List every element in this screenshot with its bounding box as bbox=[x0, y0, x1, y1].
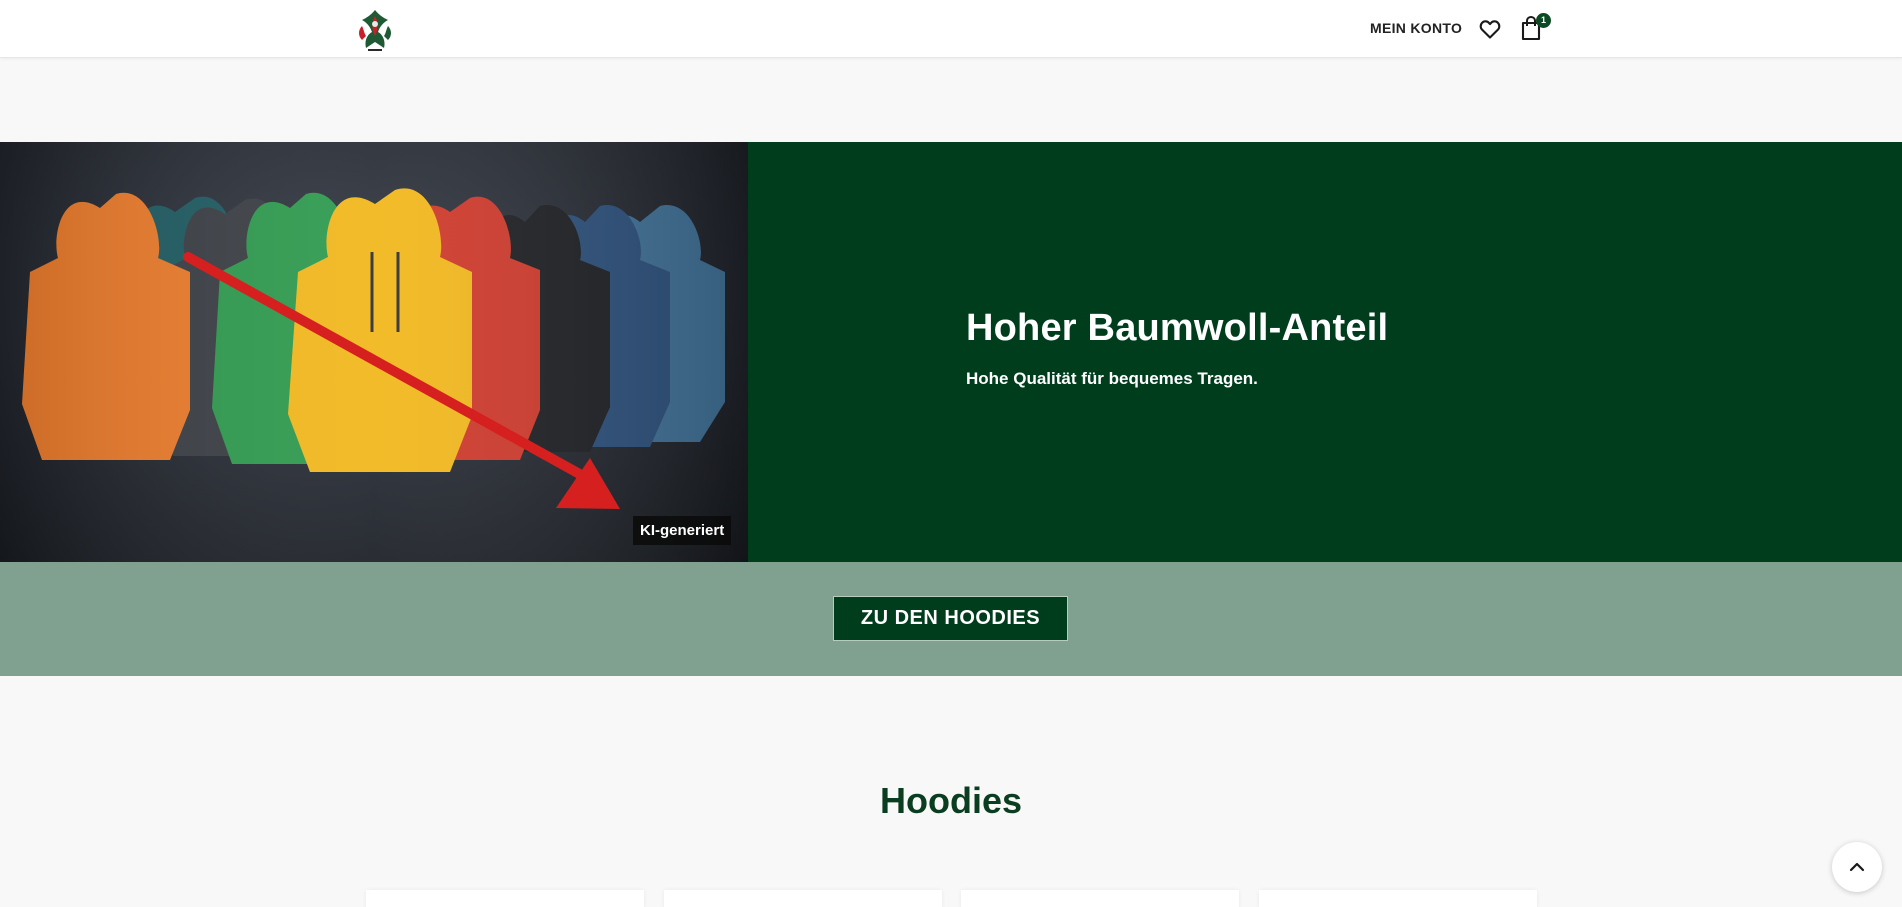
heart-icon[interactable] bbox=[1478, 17, 1502, 41]
hoodies-illustration bbox=[0, 142, 748, 562]
hero-title: Hoher Baumwoll-Anteil bbox=[966, 307, 1389, 349]
to-hoodies-button[interactable]: ZU DEN HOODIES bbox=[833, 596, 1068, 641]
scroll-to-top-button[interactable] bbox=[1832, 842, 1882, 892]
my-account-link[interactable]: MEIN KONTO bbox=[1370, 20, 1462, 36]
chevron-up-icon bbox=[1849, 862, 1865, 872]
hero-subtitle: Hohe Qualität für bequemes Tragen. bbox=[966, 369, 1258, 388]
cta-band: ZU DEN HOODIES bbox=[0, 562, 1902, 676]
hero-hoodies-image: KI-generiert bbox=[0, 142, 748, 562]
ai-generated-badge: KI-generiert bbox=[633, 516, 732, 545]
product-card[interactable] bbox=[366, 890, 644, 907]
logo-emblem-icon bbox=[359, 10, 391, 51]
product-card[interactable] bbox=[664, 890, 942, 907]
cart-count-badge: 1 bbox=[1536, 13, 1551, 28]
hero-banner: KI-generiert Hoher Baumwoll-Anteil Hohe … bbox=[0, 142, 1902, 562]
site-header: MEIN KONTO 1 bbox=[0, 0, 1902, 58]
section-title: Hoodies bbox=[879, 780, 1022, 821]
product-card[interactable] bbox=[961, 890, 1239, 907]
site-logo[interactable] bbox=[352, 6, 398, 54]
product-card[interactable] bbox=[1259, 890, 1537, 907]
